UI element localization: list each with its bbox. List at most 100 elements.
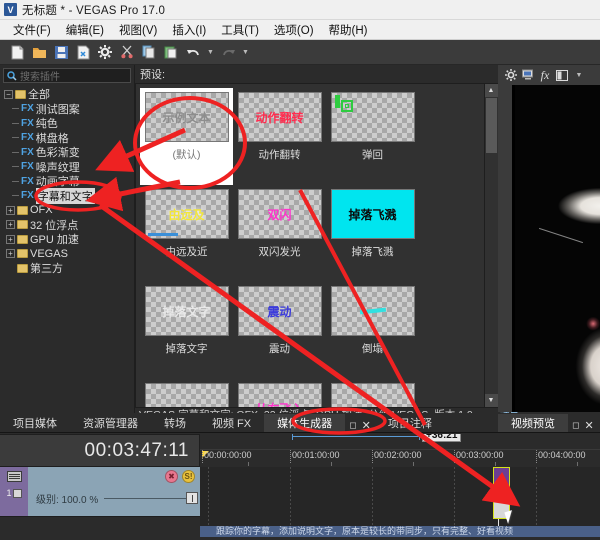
- timeline-ruler-area[interactable]: +36:21 00:00:00:00 00:01:00:00 00:02:00:…: [200, 434, 600, 467]
- track-level-knob[interactable]: [186, 492, 198, 504]
- tree-group-third-party[interactable]: 第三方: [0, 261, 134, 276]
- preset-item-bounce[interactable]: 弹回: [326, 88, 419, 185]
- mute-icon[interactable]: ✖: [165, 470, 178, 483]
- preset-thumbnail: 动作翻转: [237, 92, 322, 142]
- menu-options[interactable]: 选项(O): [267, 20, 321, 40]
- tree-group-32bit-float[interactable]: + 32 位浮点: [0, 218, 134, 233]
- preview-settings-icon[interactable]: [503, 67, 519, 83]
- tree-item-checkerboard[interactable]: FX 棋盘格: [0, 131, 134, 146]
- tab-transitions[interactable]: 转场: [151, 414, 199, 432]
- preview-whisker-detail: [538, 228, 584, 244]
- preset-item-fly-from-right[interactable]: 从右飞入: [233, 379, 326, 407]
- tree-group-gpu-accel[interactable]: + GPU 加速: [0, 232, 134, 247]
- collapse-icon[interactable]: −: [4, 89, 13, 99]
- preset-item-shake[interactable]: 震动 震动: [233, 282, 326, 379]
- float-window-icon[interactable]: ◻: [572, 420, 579, 431]
- paste-icon[interactable]: [161, 42, 181, 62]
- preset-thumbnail: [330, 92, 415, 142]
- preset-heading: 预设:: [140, 69, 166, 81]
- project-properties-icon[interactable]: [73, 42, 93, 62]
- cut-icon[interactable]: [117, 42, 137, 62]
- expand-icon[interactable]: +: [6, 249, 15, 259]
- timecode-display[interactable]: 00:03:47:11: [0, 434, 200, 467]
- new-project-icon[interactable]: [7, 42, 27, 62]
- redo-dropdown-icon[interactable]: ▼: [240, 42, 251, 62]
- open-project-icon[interactable]: [29, 42, 49, 62]
- tab-project-notes[interactable]: 项目注释: [374, 414, 445, 432]
- selection-range-indicator: [292, 434, 420, 440]
- redo-icon[interactable]: [218, 42, 238, 62]
- preview-dropdown-icon[interactable]: ▼: [571, 67, 587, 83]
- expand-icon[interactable]: +: [6, 205, 15, 215]
- time-ruler[interactable]: 00:00:00:00 00:01:00:00 00:02:00:00 00:0…: [200, 450, 600, 466]
- tree-label-selected: 字幕和文字: [35, 187, 95, 204]
- tilt-glyph-icon: [359, 307, 386, 315]
- menu-insert[interactable]: 插入(I): [165, 20, 213, 40]
- track-header[interactable]: 1 ✖ S! 级别: 100.0 %: [0, 467, 200, 517]
- expand-icon[interactable]: +: [6, 234, 15, 244]
- fx-icon: FX: [21, 161, 34, 173]
- scrollbar-thumb[interactable]: [485, 98, 497, 153]
- preset-item-row4-1[interactable]: [140, 379, 233, 407]
- preset-thumb-text: 震动: [267, 304, 292, 319]
- video-fx-icon[interactable]: fx: [537, 67, 553, 83]
- scroll-down-icon[interactable]: ▼: [484, 394, 498, 407]
- tab-project-media[interactable]: 项目媒体: [0, 414, 70, 432]
- tree-item-test-pattern[interactable]: FX 测试图案: [0, 102, 134, 117]
- track-menu-icon[interactable]: [6, 471, 22, 482]
- folder-icon: [17, 220, 28, 230]
- preset-item-zoom-in[interactable]: 由远及 由远及近: [140, 185, 233, 282]
- preset-item-collapse[interactable]: 倒塌: [326, 282, 419, 379]
- close-tab-icon[interactable]: ✕: [584, 419, 593, 432]
- tree-group-ofx[interactable]: + OFX: [0, 203, 134, 218]
- tree-node-all[interactable]: − 全部: [0, 87, 134, 102]
- track-level-slider[interactable]: [104, 492, 198, 504]
- menu-file[interactable]: 文件(F): [6, 20, 58, 40]
- preset-item-action-flip[interactable]: 动作翻转 动作翻转: [233, 88, 326, 185]
- marker-bar[interactable]: +36:21: [200, 434, 600, 450]
- tree-item-color-gradient[interactable]: FX 色彩渐变: [0, 145, 134, 160]
- tab-explorer[interactable]: 资源管理器: [70, 414, 151, 432]
- preset-item-drop-splash[interactable]: 掉落飞溅 掉落飞溅: [326, 185, 419, 282]
- menu-help[interactable]: 帮助(H): [322, 20, 375, 40]
- copy-icon[interactable]: [139, 42, 159, 62]
- split-screen-icon[interactable]: [554, 67, 570, 83]
- external-monitor-icon[interactable]: [520, 67, 536, 83]
- preview-screen[interactable]: [498, 85, 600, 412]
- preset-item-double-flash[interactable]: 双闪 双闪发光: [233, 185, 326, 282]
- tree-label: GPU 加速: [30, 234, 79, 247]
- preset-item-default[interactable]: 示例文本 (默认): [140, 88, 233, 185]
- preset-item-drop-text[interactable]: 掉落文字 掉落文字: [140, 282, 233, 379]
- close-tab-icon[interactable]: ✕: [362, 419, 371, 432]
- float-window-icon[interactable]: ◻: [349, 420, 356, 431]
- undo-dropdown-icon[interactable]: ▼: [205, 42, 216, 62]
- expand-icon[interactable]: +: [6, 220, 15, 230]
- menu-tools[interactable]: 工具(T): [214, 20, 266, 40]
- tab-video-fx[interactable]: 视频 FX: [199, 414, 265, 432]
- tree-item-solid-color[interactable]: FX 纯色: [0, 116, 134, 131]
- menu-edit[interactable]: 编辑(E): [59, 20, 111, 40]
- fx-icon: FX: [21, 103, 34, 115]
- tree-item-noise-texture[interactable]: FX 噪声纹理: [0, 160, 134, 175]
- status-bar-text: 跟踪你的字幕，添加说明文字，原本是较长的带同步，只有完整、好看视频: [200, 526, 600, 537]
- preset-name: 弹回: [362, 149, 383, 161]
- track-header-body[interactable]: ✖ S! 级别: 100.0 %: [28, 467, 200, 516]
- preset-thumbnail: [330, 383, 415, 407]
- preset-scrollbar[interactable]: ▲ ▼: [484, 84, 498, 407]
- tree-group-vegas[interactable]: + VEGAS: [0, 247, 134, 262]
- save-project-icon[interactable]: [51, 42, 71, 62]
- scrollbar-track[interactable]: [484, 97, 498, 394]
- tab-video-preview[interactable]: 视频预览: [498, 414, 568, 432]
- plugin-tree[interactable]: − 全部 FX 测试图案 FX 纯色 FX 棋盘格 FX 色彩渐变 FX 噪声纹…: [0, 85, 134, 433]
- undo-icon[interactable]: [183, 42, 203, 62]
- search-input[interactable]: 搜索插件: [3, 68, 131, 83]
- tree-item-titles-and-text[interactable]: FX 字幕和文字: [0, 187, 134, 204]
- tree-item-animated-title[interactable]: FX 动画字幕: [0, 174, 134, 189]
- search-icon: [7, 70, 17, 81]
- preferences-icon[interactable]: [95, 42, 115, 62]
- scroll-up-icon[interactable]: ▲: [484, 84, 498, 97]
- solo-icon[interactable]: S!: [182, 470, 195, 483]
- preset-item-row4-3[interactable]: [326, 379, 419, 407]
- tab-media-generators[interactable]: 媒体生成器: [264, 414, 346, 432]
- menu-view[interactable]: 视图(V): [112, 20, 164, 40]
